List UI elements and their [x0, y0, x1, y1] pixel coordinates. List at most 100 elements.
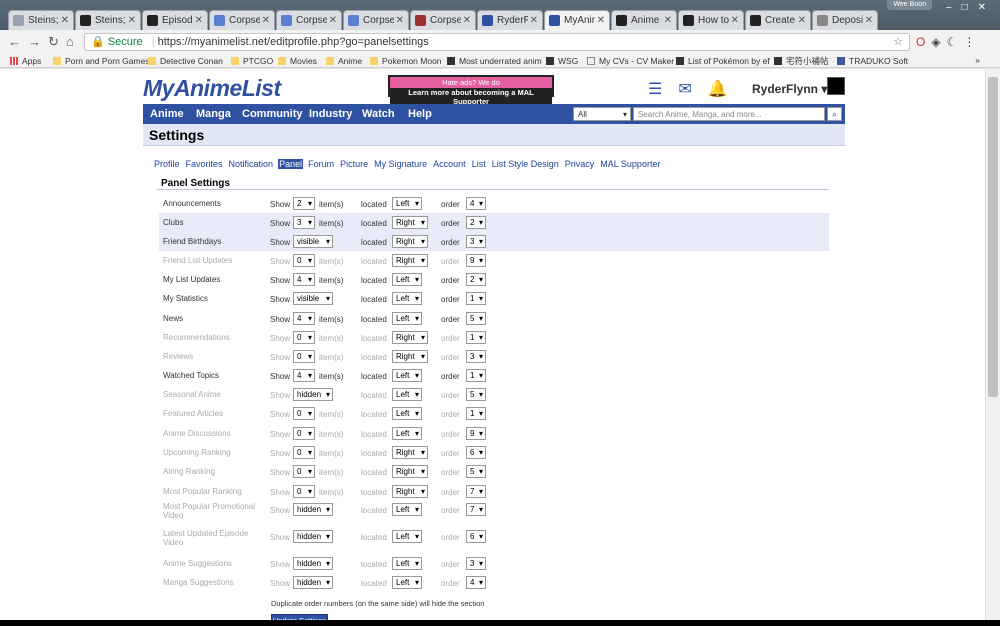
tab-notification[interactable]: Notification [228, 159, 275, 169]
tab-favorites[interactable]: Favorites [185, 159, 224, 169]
location-select[interactable]: Right [392, 235, 428, 248]
location-select[interactable]: Left [392, 273, 422, 286]
tab-close-icon[interactable]: ✕ [128, 15, 136, 26]
supporter-ad[interactable]: Hate ads? We do Learn more about becomin… [388, 75, 554, 106]
order-select[interactable]: 9 [466, 427, 486, 440]
browser-tab[interactable]: Create ✕ [745, 10, 811, 30]
order-select[interactable]: 7 [466, 485, 486, 498]
show-count-select[interactable]: 0 [293, 465, 315, 478]
page-scrollbar[interactable] [985, 69, 1000, 626]
show-count-select[interactable]: 3 [293, 216, 315, 229]
tab-close-icon[interactable]: ✕ [61, 15, 69, 26]
location-select[interactable]: Left [392, 576, 422, 589]
reload-icon[interactable]: ↻ [48, 34, 66, 49]
order-select[interactable]: 6 [466, 530, 486, 543]
scrollbar-thumb[interactable] [988, 77, 998, 397]
nav-anime[interactable]: Anime [150, 108, 184, 120]
order-select[interactable]: 5 [466, 388, 486, 401]
shield-extension-icon[interactable]: ◈ [931, 35, 946, 49]
tab-close-icon[interactable]: ✕ [798, 15, 806, 26]
browser-tab[interactable]: Steins;G✕ [8, 10, 74, 30]
browser-tab[interactable]: Corpse ✕ [209, 10, 275, 30]
back-icon[interactable]: ← [8, 34, 28, 49]
nav-industry[interactable]: Industry [309, 108, 352, 120]
bookmark-item[interactable]: PTCGO [231, 55, 273, 67]
bookmark-item[interactable]: Movies [278, 55, 317, 67]
show-count-select[interactable]: 0 [293, 254, 315, 267]
show-count-select[interactable]: hidden [293, 388, 333, 401]
location-select[interactable]: Left [392, 427, 422, 440]
tab-forum[interactable]: Forum [307, 159, 335, 169]
bookmark-item[interactable]: List of Pokémon by ef [676, 55, 770, 67]
location-select[interactable]: Left [392, 407, 422, 420]
window-controls[interactable]: –□✕ [946, 2, 996, 13]
tab-close-icon[interactable]: ✕ [664, 15, 672, 26]
show-count-select[interactable]: 4 [293, 312, 315, 325]
address-bar[interactable]: 🔒 Secure | https://myanimelist.net/editp… [84, 33, 910, 51]
browser-tab[interactable]: Corpse ✕ [343, 10, 409, 30]
tab-mal-supporter[interactable]: MAL Supporter [599, 159, 661, 169]
tab-close-icon[interactable]: ✕ [597, 15, 605, 26]
location-select[interactable]: Right [392, 446, 428, 459]
tab-picture[interactable]: Picture [339, 159, 369, 169]
browser-tab[interactable]: Anime ✕ [611, 10, 677, 30]
location-select[interactable]: Left [392, 557, 422, 570]
bookmark-item[interactable]: Detective Conan [148, 55, 223, 67]
bookmark-item[interactable]: 宅符小補帖 [774, 55, 829, 67]
browser-tab[interactable]: MyAnim✕ [544, 10, 610, 30]
order-select[interactable]: 1 [466, 292, 486, 305]
bookmarks-overflow-icon[interactable]: » [975, 54, 980, 66]
order-select[interactable]: 1 [466, 407, 486, 420]
bookmark-star-icon[interactable]: ☆ [893, 34, 903, 50]
location-select[interactable]: Left [392, 369, 422, 382]
order-select[interactable]: 4 [466, 197, 486, 210]
search-scope-select[interactable]: All ▾ [573, 107, 631, 121]
bell-icon[interactable]: 🔔 [708, 81, 744, 98]
order-select[interactable]: 2 [466, 216, 486, 229]
show-count-select[interactable]: 0 [293, 350, 315, 363]
order-select[interactable]: 3 [466, 557, 486, 570]
location-select[interactable]: Right [392, 254, 428, 267]
browser-tab[interactable]: Corpse ✕ [276, 10, 342, 30]
order-select[interactable]: 9 [466, 254, 486, 267]
menu-icon[interactable]: ⋮ [963, 35, 981, 49]
tab-my-signature[interactable]: My Signature [373, 159, 428, 169]
opera-extension-icon[interactable]: O [916, 35, 931, 49]
bookmark-item[interactable]: Most underrated anim [447, 55, 542, 67]
home-icon[interactable]: ⌂ [66, 34, 81, 49]
tab-list[interactable]: List [471, 159, 487, 169]
tab-privacy[interactable]: Privacy [564, 159, 596, 169]
order-select[interactable]: 5 [466, 312, 486, 325]
show-count-select[interactable]: 2 [293, 197, 315, 210]
tab-profile[interactable]: Profile [153, 159, 181, 169]
browser-tab[interactable]: Deposi ✕ [812, 10, 878, 30]
location-select[interactable]: Left [392, 292, 422, 305]
bookmark-item[interactable]: Anime [326, 55, 362, 67]
location-select[interactable]: Left [392, 530, 422, 543]
order-select[interactable]: 5 [466, 465, 486, 478]
bookmark-item[interactable]: Pokemon Moon [370, 55, 442, 67]
show-count-select[interactable]: 0 [293, 446, 315, 459]
avatar[interactable] [827, 77, 845, 95]
order-select[interactable]: 3 [466, 235, 486, 248]
show-count-select[interactable]: 0 [293, 407, 315, 420]
browser-tab[interactable]: Episodes✕ [142, 10, 208, 30]
location-select[interactable]: Left [392, 312, 422, 325]
order-select[interactable]: 4 [466, 576, 486, 589]
location-select[interactable]: Left [392, 388, 422, 401]
username-menu[interactable]: RyderFlynn ▾ [752, 82, 827, 96]
tab-close-icon[interactable]: ✕ [463, 15, 471, 26]
nav-help[interactable]: Help [408, 108, 432, 120]
bookmark-item[interactable]: Apps [10, 55, 41, 67]
show-count-select[interactable]: 4 [293, 273, 315, 286]
site-logo[interactable]: MyAnimeList [143, 75, 281, 102]
show-count-select[interactable]: hidden [293, 576, 333, 589]
tab-close-icon[interactable]: ✕ [329, 15, 337, 26]
tab-close-icon[interactable]: ✕ [530, 15, 538, 26]
nav-manga[interactable]: Manga [196, 108, 231, 120]
forward-icon[interactable]: → [28, 34, 48, 49]
show-count-select[interactable]: 0 [293, 485, 315, 498]
moon-extension-icon[interactable]: ☾ [947, 35, 964, 49]
list-icon[interactable]: ☰ [648, 81, 678, 98]
show-count-select[interactable]: 4 [293, 369, 315, 382]
